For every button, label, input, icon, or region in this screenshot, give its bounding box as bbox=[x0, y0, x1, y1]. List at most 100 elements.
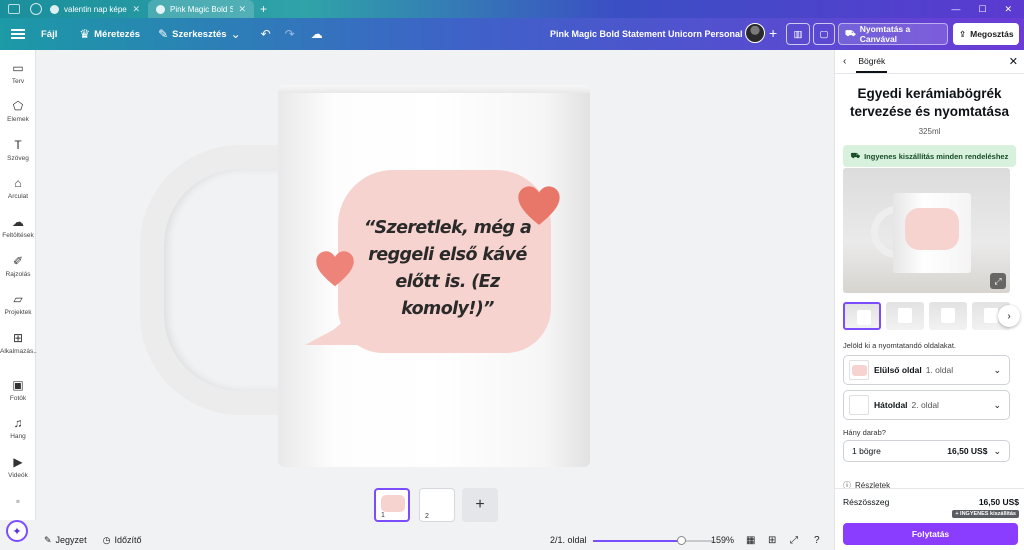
new-tab-icon[interactable]: + bbox=[260, 2, 267, 16]
comment-icon: ▢ bbox=[819, 28, 829, 40]
subtotal-price: 16,50 US$ bbox=[978, 497, 1019, 507]
sides-label: Jelöld ki a nyomtatandó oldalakat. bbox=[843, 341, 956, 350]
left-sidebar: ▭ Terv ⬠ Elemek T Szöveg ⌂ Arculat ☁ Feltölté… bbox=[0, 50, 39, 520]
back-icon[interactable]: ‹ bbox=[843, 56, 846, 67]
product-photo[interactable]: ⤢ bbox=[843, 168, 1010, 293]
sidebar-item-elements[interactable]: ⬠ Elemek bbox=[0, 100, 36, 123]
page-thumbnail-2[interactable]: 2 bbox=[419, 488, 455, 522]
undo-button[interactable]: ↶ bbox=[261, 27, 271, 41]
invite-plus-icon[interactable]: + bbox=[769, 25, 777, 41]
share-button[interactable]: ⇪ Megosztás bbox=[953, 23, 1019, 45]
checkout-bar: Részösszeg 16,50 US$ + INGYENES kiszállí… bbox=[835, 488, 1024, 550]
redo-icon: ↷ bbox=[284, 27, 295, 41]
favicon-icon bbox=[156, 4, 165, 14]
sidebar-item-videos[interactable]: ▶ Videók bbox=[0, 456, 36, 479]
sidebar-item-draw[interactable]: ✐ Rajzolás bbox=[0, 255, 36, 278]
sidebar-item-photos[interactable]: ▣ Fotók bbox=[0, 379, 36, 402]
timer-button[interactable]: ◷ Időzítő bbox=[103, 535, 142, 546]
browser-tab-2[interactable]: Pink Magic Bold St... ✕ bbox=[148, 0, 254, 18]
sidebar-item-label: Videók bbox=[8, 472, 28, 479]
product-thumbnail[interactable] bbox=[843, 302, 881, 330]
home-icon[interactable] bbox=[30, 3, 42, 15]
file-menu[interactable]: Fájl bbox=[41, 29, 57, 40]
timer-label: Időzítő bbox=[114, 535, 142, 545]
close-window-icon[interactable]: ✕ bbox=[1004, 4, 1012, 15]
grid-view-icon[interactable]: ▦ bbox=[746, 535, 755, 546]
fullscreen-icon[interactable]: ⤢ bbox=[790, 535, 798, 546]
apps-icon: ⊞ bbox=[12, 331, 24, 345]
sidebar-item-label: Rajzolás bbox=[5, 271, 31, 278]
sidebar-item-audio[interactable]: ♫ Hang bbox=[0, 417, 36, 440]
window-controls: — ☐ ✕ bbox=[951, 4, 1024, 15]
quantity-price: 16,50 US$ bbox=[947, 446, 988, 456]
truck-icon: ⛟ bbox=[845, 28, 856, 38]
magic-assistant-button[interactable]: ✦ bbox=[6, 520, 28, 542]
minimize-icon[interactable]: — bbox=[951, 4, 960, 15]
sidebar-item-apps[interactable]: ⊞ Alkalmazás... bbox=[0, 331, 39, 355]
plus-icon: + bbox=[475, 496, 485, 513]
subtotal-label: Részösszeg bbox=[843, 497, 890, 507]
front-preview bbox=[849, 360, 869, 380]
print-with-canva-button[interactable]: ⛟ Nyomtatás a Canvával bbox=[838, 23, 948, 45]
favicon-icon bbox=[50, 4, 59, 14]
document-title[interactable]: Pink Magic Bold Statement Unicorn Person… bbox=[550, 29, 764, 39]
browser-tabstrip: valentin nap képek... ✕ Pink Magic Bold … bbox=[0, 0, 1024, 18]
sidebar-item-label: Hang bbox=[10, 433, 26, 440]
browser-tab-1[interactable]: valentin nap képek... ✕ bbox=[42, 0, 148, 18]
panel-title: Egyedi kerámiabögrék tervezése és nyomta… bbox=[849, 86, 1010, 119]
sidebar-item-label: Terv bbox=[11, 78, 25, 85]
sidebar-item-brand[interactable]: ⌂ Arculat bbox=[0, 177, 36, 200]
truck-icon: ⛟ bbox=[850, 151, 861, 160]
edit-label: Szerkesztés bbox=[172, 28, 227, 40]
mug-design[interactable]: “Szeretlek, még a reggeli első kávé előt… bbox=[305, 170, 560, 356]
chart-icon: ▥ bbox=[793, 28, 803, 40]
elements-icon: ⬠ bbox=[12, 99, 24, 113]
product-thumbnail[interactable] bbox=[886, 302, 924, 330]
add-page-button[interactable]: + bbox=[462, 488, 498, 522]
quantity-value: 1 bögre bbox=[852, 446, 881, 456]
sidebar-item-projects[interactable]: ▱ Projektek bbox=[0, 293, 36, 316]
product-thumbnail[interactable] bbox=[929, 302, 967, 330]
menu-icon[interactable] bbox=[11, 27, 25, 42]
resize-button[interactable]: ♛ Méretezés bbox=[79, 27, 140, 41]
help-icon[interactable]: ? bbox=[814, 535, 820, 546]
expand-icon[interactable]: ⤢ bbox=[990, 273, 1006, 289]
front-side-select[interactable]: Elülső oldal 1. oldal ⌄ bbox=[843, 355, 1010, 385]
sidebar-item-more[interactable]: ▪ bbox=[0, 495, 36, 511]
analytics-button[interactable]: ▥ bbox=[786, 23, 810, 45]
zoom-level[interactable]: 159% bbox=[711, 535, 734, 545]
zoom-slider[interactable] bbox=[593, 536, 713, 545]
page-thumbnail-1[interactable]: 1 bbox=[374, 488, 410, 522]
photo-mug-print bbox=[905, 208, 959, 250]
heart-icon[interactable] bbox=[315, 250, 355, 290]
timer-icon: ◷ bbox=[102, 534, 111, 545]
free-shipping-text: Ingyenes kiszállítás minden rendeléshez bbox=[864, 151, 1009, 161]
close-tab-icon[interactable]: ✕ bbox=[132, 4, 140, 15]
breadcrumb[interactable]: Bögrék bbox=[856, 50, 888, 73]
quote-text[interactable]: “Szeretlek, még a reggeli első kávé előt… bbox=[355, 215, 540, 323]
redo-button[interactable]: ↷ bbox=[285, 27, 295, 41]
next-thumbnails-button[interactable]: › bbox=[998, 305, 1020, 327]
notes-button[interactable]: ✎ Jegyzet bbox=[44, 535, 87, 546]
sidebar-item-design[interactable]: ▭ Terv bbox=[0, 62, 36, 85]
back-side-select[interactable]: Hátoldal 2. oldal ⌄ bbox=[843, 390, 1010, 420]
avatar[interactable] bbox=[745, 23, 765, 43]
edit-menu[interactable]: ✎ Szerkesztés ⌄ bbox=[158, 27, 241, 41]
maximize-icon[interactable]: ☐ bbox=[978, 4, 986, 15]
close-icon[interactable]: ✕ bbox=[1009, 55, 1018, 68]
quantity-select[interactable]: 1 bögre 16,50 US$ ⌄ bbox=[843, 440, 1010, 462]
sidebar-item-text[interactable]: T Szöveg bbox=[0, 139, 36, 162]
free-shipping-badge: ⛟ Ingyenes kiszállítás minden rendeléshez bbox=[843, 145, 1016, 167]
zoom-slider-knob[interactable] bbox=[676, 536, 686, 545]
back-preview bbox=[849, 395, 869, 415]
comments-button[interactable]: ▢ bbox=[813, 23, 835, 45]
tab-overview-icon[interactable] bbox=[8, 4, 20, 14]
front-side-name: Elülső oldal bbox=[874, 365, 922, 375]
sidebar-item-uploads[interactable]: ☁ Feltöltések bbox=[0, 216, 36, 239]
free-shipping-tag: + INGYENES kiszállítás bbox=[952, 510, 1019, 518]
close-tab-icon[interactable]: ✕ bbox=[238, 4, 246, 15]
cloud-save-status[interactable]: ☁ bbox=[311, 27, 323, 41]
share-label: Megosztás bbox=[970, 29, 1014, 39]
pages-grid-icon[interactable]: ⊞ bbox=[768, 535, 776, 546]
continue-button[interactable]: Folytatás bbox=[843, 523, 1018, 545]
